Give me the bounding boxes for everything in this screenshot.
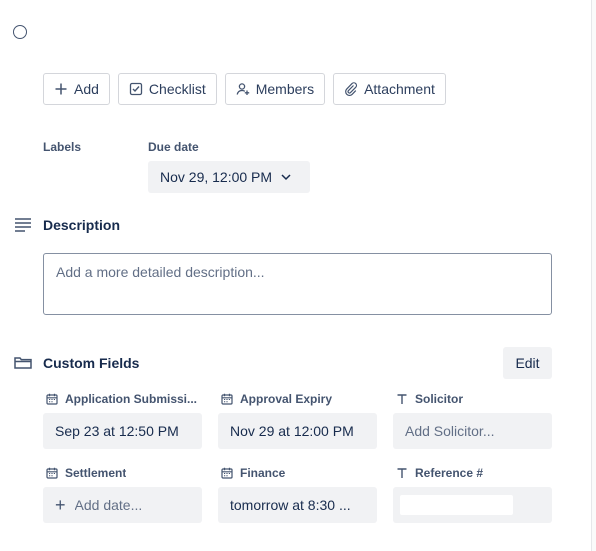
field-label-reference: Reference #	[396, 466, 483, 480]
field-value-solicitor[interactable]: Add Solicitor...	[393, 413, 552, 449]
checklist-button[interactable]: Checklist	[117, 73, 217, 105]
calendar-icon	[221, 393, 233, 405]
description-title: Description	[43, 217, 121, 233]
field-value-application-submission[interactable]: Sep 23 at 12:50 PM	[43, 413, 202, 449]
attachment-button[interactable]: Attachment	[333, 73, 446, 105]
field-label-solicitor: Solicitor	[396, 392, 463, 406]
calendar-icon	[46, 467, 58, 479]
calendar-icon	[46, 393, 58, 405]
field-label-application-submission: Application Submissi...	[46, 392, 204, 406]
field-label-settlement: Settlement	[46, 466, 126, 480]
plus-icon: +	[55, 495, 66, 515]
edit-custom-fields-button[interactable]: Edit	[503, 347, 552, 379]
field-value-approval-expiry[interactable]: Nov 29 at 12:00 PM	[218, 413, 377, 449]
field-label-finance: Finance	[221, 466, 285, 480]
custom-fields-title: Custom Fields	[43, 355, 140, 371]
add-button-label: Add	[74, 81, 99, 97]
members-button[interactable]: Members	[224, 73, 326, 105]
reference-input[interactable]	[400, 495, 513, 515]
field-label-approval-expiry: Approval Expiry	[221, 392, 332, 406]
text-icon	[397, 394, 407, 404]
description-editor[interactable]: Add a more detailed description...	[43, 253, 552, 315]
due-date-heading: Due date	[148, 140, 199, 154]
add-member-icon	[236, 83, 249, 95]
calendar-icon	[221, 467, 233, 479]
right-panel-edge	[591, 0, 596, 551]
description-placeholder: Add a more detailed description...	[56, 264, 265, 280]
paperclip-icon	[345, 82, 358, 96]
text-icon	[397, 468, 407, 478]
complete-checkbox[interactable]	[13, 25, 27, 39]
plus-icon	[55, 83, 67, 95]
field-value-settlement[interactable]: + Add date...	[43, 487, 202, 523]
due-date-value: Nov 29, 12:00 PM	[160, 169, 273, 185]
checklist-button-label: Checklist	[148, 81, 206, 97]
card-actions: Add Checklist Members Attachment	[43, 73, 446, 105]
custom-fields-icon	[14, 357, 32, 369]
labels-heading: Labels	[43, 140, 82, 154]
checklist-icon	[129, 82, 143, 96]
members-button-label: Members	[255, 81, 315, 97]
due-date-button[interactable]: Nov 29, 12:00 PM	[148, 161, 310, 193]
add-button[interactable]: Add	[43, 73, 110, 105]
attachment-button-label: Attachment	[364, 81, 435, 97]
field-value-finance[interactable]: tomorrow at 8:30 ...	[218, 487, 377, 523]
description-icon	[15, 218, 31, 232]
field-value-reference[interactable]	[393, 487, 552, 523]
chevron-down-icon	[281, 174, 291, 181]
